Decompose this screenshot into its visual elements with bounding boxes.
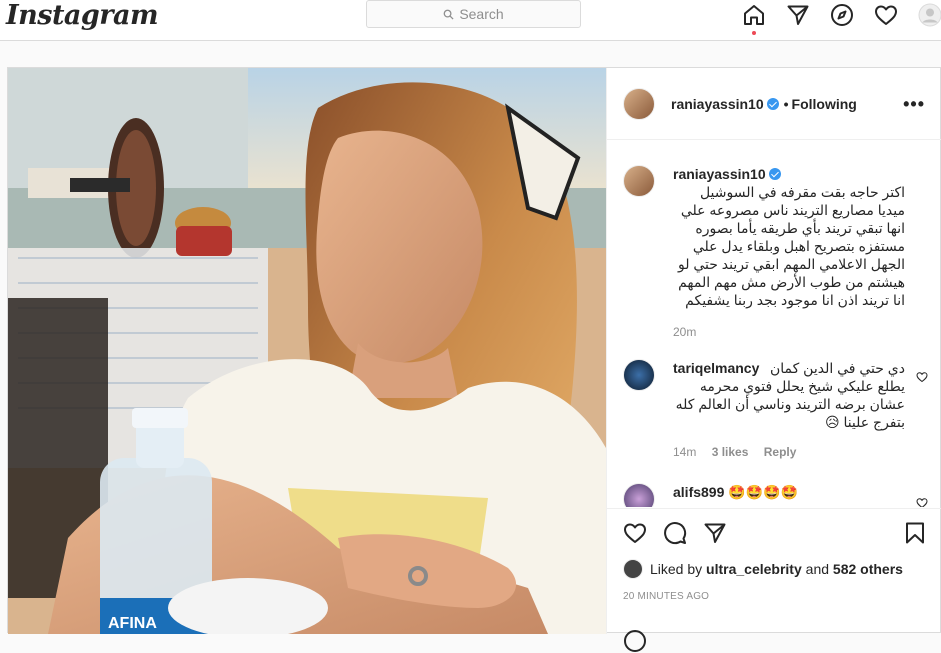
caption-item: raniayassin10 اكتر حاجه بقت مقرفه في الس… [623, 165, 928, 339]
caption-age: 20m [673, 325, 697, 339]
share-direct-icon[interactable] [703, 521, 729, 547]
liked-by-and: and [805, 561, 830, 577]
post-header: raniayassin10 • Following ••• [607, 68, 941, 140]
caption-text: اكتر حاجه بقت مقرفه في السوشيل ميديا مصا… [677, 184, 905, 308]
like-heart-icon[interactable] [623, 521, 649, 547]
post-side-panel: raniayassin10 • Following ••• raniayassin1… [606, 68, 941, 652]
liked-by-user[interactable]: ultra_celebrity [706, 561, 802, 577]
search-input[interactable]: Search [366, 0, 581, 28]
post-timestamp[interactable]: 20 MINUTES AGO [623, 591, 709, 602]
caption-avatar[interactable] [623, 165, 655, 197]
post-card: AFINA raniayassin10 • Following ••• raniay… [7, 67, 941, 652]
notification-dot [752, 31, 756, 35]
liked-by-prefix: Liked by [650, 561, 703, 577]
search-icon [443, 9, 454, 20]
verified-badge-icon [768, 168, 781, 180]
comment-like-heart-icon[interactable] [916, 497, 928, 507]
more-options-icon[interactable]: ••• [903, 95, 925, 113]
save-bookmark-icon[interactable] [903, 521, 929, 547]
commenter-avatar[interactable] [623, 359, 655, 391]
search-placeholder: Search [459, 6, 504, 22]
post-photo[interactable]: AFINA [8, 68, 606, 634]
liked-by-line: Liked by ultra_celebrity and 582 others [623, 559, 903, 579]
liker-avatar[interactable] [623, 559, 643, 579]
top-navigation-bar: Instagram Search [0, 0, 941, 41]
comment-item: tariqelmancy دي حتي في الدين كمان يطلع عل… [623, 359, 928, 469]
direct-icon[interactable] [785, 2, 811, 28]
comment-username[interactable]: tariqelmancy [673, 359, 759, 377]
bottle-label: AFINA [108, 615, 157, 632]
commenter-avatar[interactable] [623, 483, 655, 507]
author-line: raniayassin10 • Following [671, 96, 857, 112]
reply-button[interactable]: Reply [764, 445, 797, 459]
following-button[interactable]: Following [792, 96, 857, 112]
profile-avatar[interactable] [917, 2, 941, 28]
instagram-logo[interactable]: Instagram [6, 0, 159, 31]
comment-text: 🤩🤩🤩🤩 [728, 484, 798, 500]
verified-badge-icon [766, 98, 779, 110]
post-photo-illustration: AFINA [8, 68, 606, 634]
comment-likes[interactable]: 3 likes [712, 445, 749, 459]
caption-meta: 20m [673, 323, 905, 341]
explore-icon[interactable] [829, 2, 855, 28]
comments-list: raniayassin10 اكتر حاجه بقت مقرفه في الس… [607, 141, 941, 507]
comment-bubble-icon[interactable] [663, 521, 689, 547]
post-actions-section: Liked by ultra_celebrity and 582 others … [607, 508, 941, 652]
author-username[interactable]: raniayassin10 [671, 96, 764, 112]
author-avatar[interactable] [623, 88, 655, 120]
caption-username[interactable]: raniayassin10 [673, 166, 766, 182]
home-icon[interactable] [741, 2, 767, 28]
activity-heart-icon[interactable] [873, 2, 899, 28]
comment-age: 14m [673, 445, 697, 459]
comment-item: alifs899 🤩🤩🤩🤩 [623, 483, 928, 507]
comment-like-heart-icon[interactable] [916, 371, 928, 383]
liked-by-others[interactable]: 582 others [833, 561, 903, 577]
header-separator: • [783, 96, 789, 112]
comment-meta: 14m 3 likes Reply [673, 443, 905, 461]
comment-username[interactable]: alifs899 [673, 484, 724, 500]
